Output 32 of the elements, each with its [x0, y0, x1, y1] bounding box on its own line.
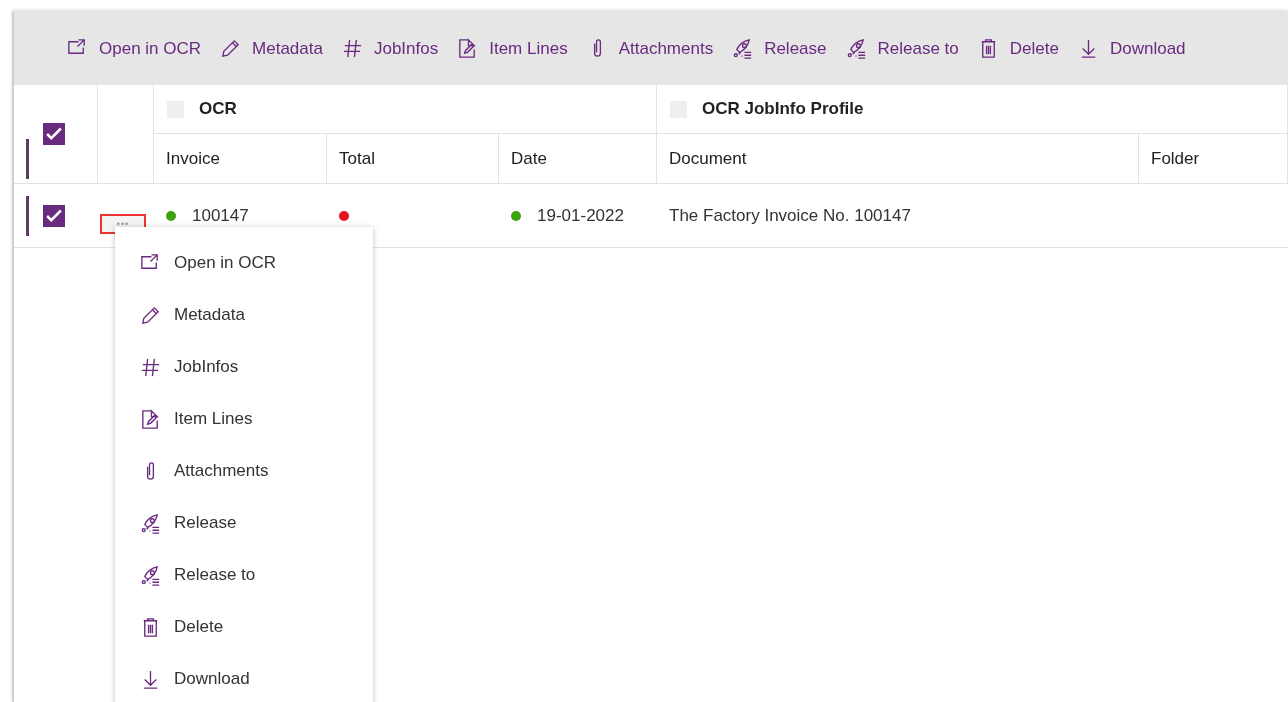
- column-header[interactable]: Date: [499, 134, 657, 184]
- table-cell: 19-01-2022: [537, 205, 624, 226]
- toolbar-button[interactable]: Item Lines: [448, 33, 576, 64]
- checkbox[interactable]: [43, 204, 65, 227]
- column-header[interactable]: Folder: [1139, 134, 1288, 184]
- menu-item[interactable]: JobInfos: [115, 341, 239, 393]
- toolbar-button[interactable]: Metadata: [211, 33, 331, 64]
- menu-item[interactable]: Attachments: [115, 445, 269, 497]
- toolbar-button[interactable]: Open in OCR: [58, 33, 210, 64]
- menu-item[interactable]: Download: [115, 653, 250, 702]
- menu-item[interactable]: Open in OCR: [115, 237, 277, 289]
- group-header: OCR: [199, 99, 237, 119]
- column-header[interactable]: Invoice: [154, 134, 327, 184]
- toolbar-button[interactable]: Release to: [836, 33, 967, 64]
- toolbar-button[interactable]: JobInfos: [332, 33, 447, 64]
- toolbar-button[interactable]: Release: [723, 33, 835, 64]
- menu-item[interactable]: Release: [115, 497, 237, 549]
- toolbar-button[interactable]: Attachments: [577, 33, 722, 64]
- rocket-icon: [139, 563, 162, 587]
- group-header: OCR JobInfo Profile: [702, 99, 864, 119]
- checkbox[interactable]: [43, 123, 65, 145]
- rocket-icon: [139, 511, 162, 535]
- table-cell: 100147: [192, 205, 249, 226]
- toolbar-button[interactable]: Delete: [968, 33, 1067, 64]
- column-header[interactable]: Document: [657, 134, 1139, 184]
- menu-item[interactable]: Item Lines: [115, 393, 253, 445]
- toolbar-button[interactable]: Download: [1068, 33, 1194, 64]
- table-cell: The Factory Invoice No. 100147: [669, 205, 911, 226]
- menu-item[interactable]: Metadata: [115, 289, 245, 341]
- menu-item[interactable]: Delete: [115, 601, 224, 653]
- column-header[interactable]: Total: [327, 134, 499, 184]
- menu-item[interactable]: Release to: [115, 549, 256, 601]
